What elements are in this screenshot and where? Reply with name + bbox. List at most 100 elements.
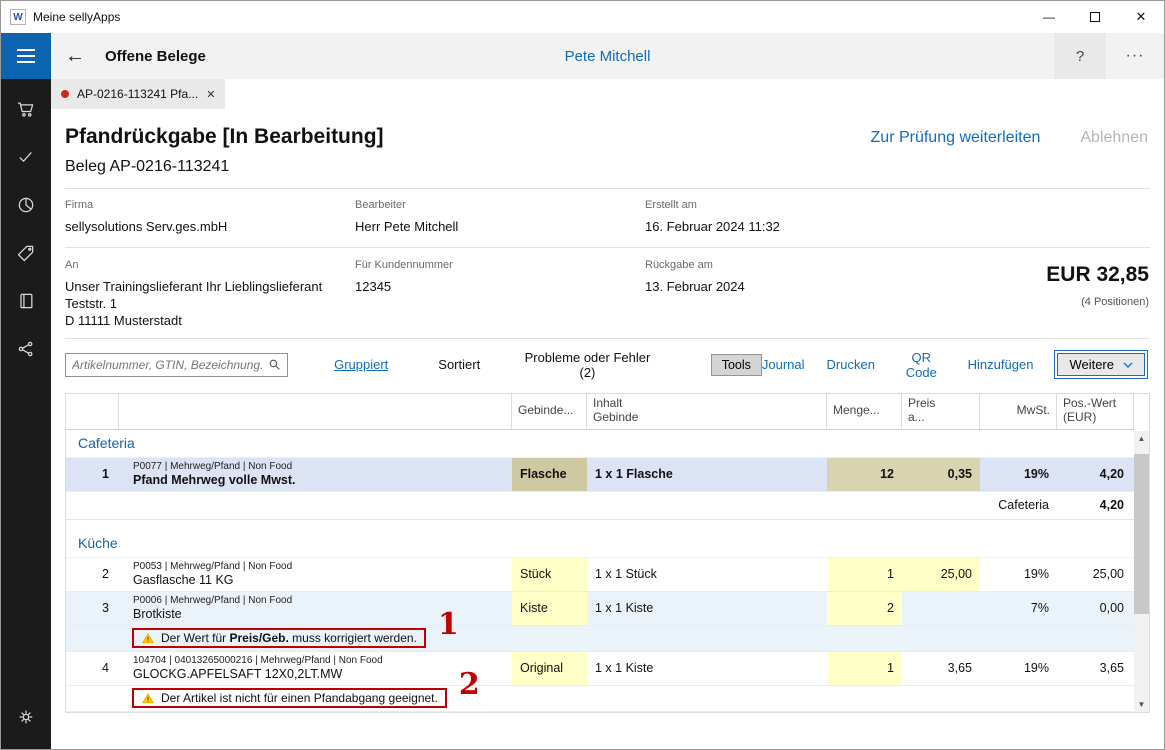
col-gebinde[interactable]: Gebinde... (512, 394, 587, 429)
forward-for-review-button[interactable]: Zur Prüfung weiterleiten (871, 129, 1041, 147)
inhalt-cell: 1 x 1 Kiste (587, 592, 827, 625)
divider (65, 338, 1150, 339)
wert-cell: 4,20 (1057, 458, 1134, 491)
table-scrollbar[interactable]: ▲ ▼ (1134, 431, 1149, 712)
col-num (66, 394, 119, 429)
field-label: Firma (65, 199, 355, 211)
sidebar-item-share[interactable] (1, 325, 51, 373)
row-number: 1 (66, 458, 119, 491)
gebinde-cell[interactable]: Kiste (512, 592, 587, 625)
menge-cell[interactable]: 1 (827, 652, 902, 685)
meta-fields-row-2: An Unser Trainingslieferant Ihr Liebling… (65, 259, 1150, 329)
menge-cell[interactable]: 1 (827, 558, 902, 591)
document-tab[interactable]: AP-0216-113241 Pfa... ✕ (51, 79, 225, 109)
reject-button[interactable]: Ablehnen (1080, 129, 1148, 147)
gebinde-cell[interactable]: Stück (512, 558, 587, 591)
inhalt-cell: 1 x 1 Kiste (587, 652, 827, 685)
col-menge[interactable]: Menge... (827, 394, 902, 429)
table-header-row: Gebinde... Inhalt Gebinde Menge... Preis… (66, 394, 1134, 430)
hamburger-menu-button[interactable] (1, 33, 51, 79)
mwst-cell: 19% (980, 652, 1057, 685)
menge-cell[interactable]: 12 (827, 458, 902, 491)
gebinde-cell[interactable]: Original (512, 652, 587, 685)
chevron-down-icon (1123, 362, 1133, 368)
col-preis[interactable]: Preis a... (902, 394, 980, 429)
warning-text: Der Artikel ist nicht für einen Pfandabg… (161, 691, 438, 705)
maximize-button[interactable] (1072, 1, 1118, 33)
warning-triangle-icon (141, 692, 155, 705)
field-value: Herr Pete Mitchell (355, 218, 645, 235)
group-header-kueche: Küche (66, 530, 1134, 558)
unsaved-dot-icon (61, 90, 69, 98)
table-row[interactable]: 2 P0053 | Mehrweg/Pfand | Non Food Gasfl… (66, 558, 1134, 592)
preis-cell[interactable]: 3,65 (902, 652, 980, 685)
field-label: Erstellt am (645, 199, 1150, 211)
scroll-down-icon[interactable]: ▼ (1134, 697, 1149, 712)
warning-row: Der Artikel ist nicht für einen Pfandabg… (66, 686, 1134, 712)
col-pos-wert[interactable]: Pos.-Wert (EUR) (1057, 394, 1134, 429)
minimize-button[interactable]: — (1026, 1, 1072, 33)
row-number: 4 (66, 652, 119, 685)
gear-icon (16, 707, 36, 727)
sidebar-item-cart[interactable] (1, 85, 51, 133)
more-options-button[interactable]: ··· (1106, 33, 1164, 79)
sidebar-item-tasks[interactable] (1, 133, 51, 181)
document-title: Pfandrückgabe [In Bearbeitung] (65, 125, 384, 149)
scrollbar-thumb[interactable] (1134, 454, 1149, 614)
help-button[interactable]: ? (1054, 33, 1106, 79)
table-row[interactable]: 4 104704 | 04013265000216 | Mehrweg/Pfan… (66, 652, 1134, 686)
field-rueckgabe-am: Rückgabe am 13. Februar 2024 (645, 259, 945, 329)
field-value: 16. Februar 2024 11:32 (645, 218, 1150, 235)
col-description (119, 394, 512, 429)
sorted-view-link[interactable]: Sortiert (438, 357, 480, 372)
tab-close-icon[interactable]: ✕ (206, 88, 215, 101)
field-value: sellysolutions Serv.ges.mbH (65, 218, 355, 235)
grouped-view-link[interactable]: Gruppiert (334, 357, 388, 372)
tab-label: AP-0216-113241 Pfa... (77, 87, 198, 101)
menge-cell[interactable]: 2 (827, 592, 902, 625)
sidebar-item-journal[interactable] (1, 277, 51, 325)
sidebar-item-reports[interactable] (1, 181, 51, 229)
print-link[interactable]: Drucken (827, 357, 875, 372)
field-firma: Firma sellysolutions Serv.ges.mbH (65, 199, 355, 235)
hamburger-icon (17, 49, 35, 51)
more-actions-dropdown[interactable]: Weitere (1057, 353, 1145, 376)
positions-toolbar: Gruppiert Sortiert Probleme oder Fehler … (65, 350, 1150, 380)
journal-link[interactable]: Journal (762, 357, 805, 372)
mwst-cell: 7% (980, 592, 1057, 625)
journal-icon (16, 291, 36, 311)
warning-triangle-icon (141, 632, 155, 645)
app-title: Meine sellyApps (33, 10, 120, 24)
field-label: Für Kundennummer (355, 259, 645, 271)
scroll-up-icon[interactable]: ▲ (1134, 431, 1149, 446)
field-label: Rückgabe am (645, 259, 945, 271)
problems-filter-link[interactable]: Probleme oder Fehler (2) (522, 350, 653, 380)
table-row[interactable]: 3 P0006 | Mehrweg/Pfand | Non Food Brotk… (66, 592, 1134, 626)
col-inhalt-gebinde[interactable]: Inhalt Gebinde (587, 394, 827, 429)
col-mwst[interactable]: MwSt. (980, 394, 1057, 429)
qr-code-link[interactable]: QR Code (897, 350, 946, 380)
annotation-number: 1 (438, 610, 459, 640)
app-logo-icon: W (10, 9, 26, 25)
gebinde-cell[interactable]: Flasche (512, 458, 587, 491)
close-button[interactable]: ✕ (1118, 1, 1164, 33)
table-row[interactable]: 1 P0077 | Mehrweg/Pfand | Non Food Pfand… (66, 458, 1134, 492)
tools-button[interactable]: Tools (711, 354, 762, 376)
preis-cell[interactable]: 25,00 (902, 558, 980, 591)
row-number: 3 (66, 592, 119, 625)
group-subtotal-row: Cafeteria 4,20 (66, 492, 1134, 520)
sidebar-item-settings[interactable] (1, 693, 51, 741)
preis-cell[interactable]: 0,35 (902, 458, 980, 491)
current-user: Pete Mitchell (565, 48, 651, 65)
article-meta: P0053 | Mehrweg/Pfand | Non Food (133, 561, 292, 572)
search-icon (268, 358, 281, 371)
position-count: (4 Positionen) (945, 296, 1149, 308)
back-button[interactable]: ← (65, 45, 85, 68)
mwst-cell: 19% (980, 558, 1057, 591)
field-kundennummer: Für Kundennummer 12345 (355, 259, 645, 329)
search-input[interactable] (66, 358, 268, 372)
add-link[interactable]: Hinzufügen (968, 357, 1034, 372)
scrollbar-track[interactable] (1134, 446, 1149, 697)
sidebar-item-prices[interactable] (1, 229, 51, 277)
preis-cell[interactable] (902, 592, 980, 625)
